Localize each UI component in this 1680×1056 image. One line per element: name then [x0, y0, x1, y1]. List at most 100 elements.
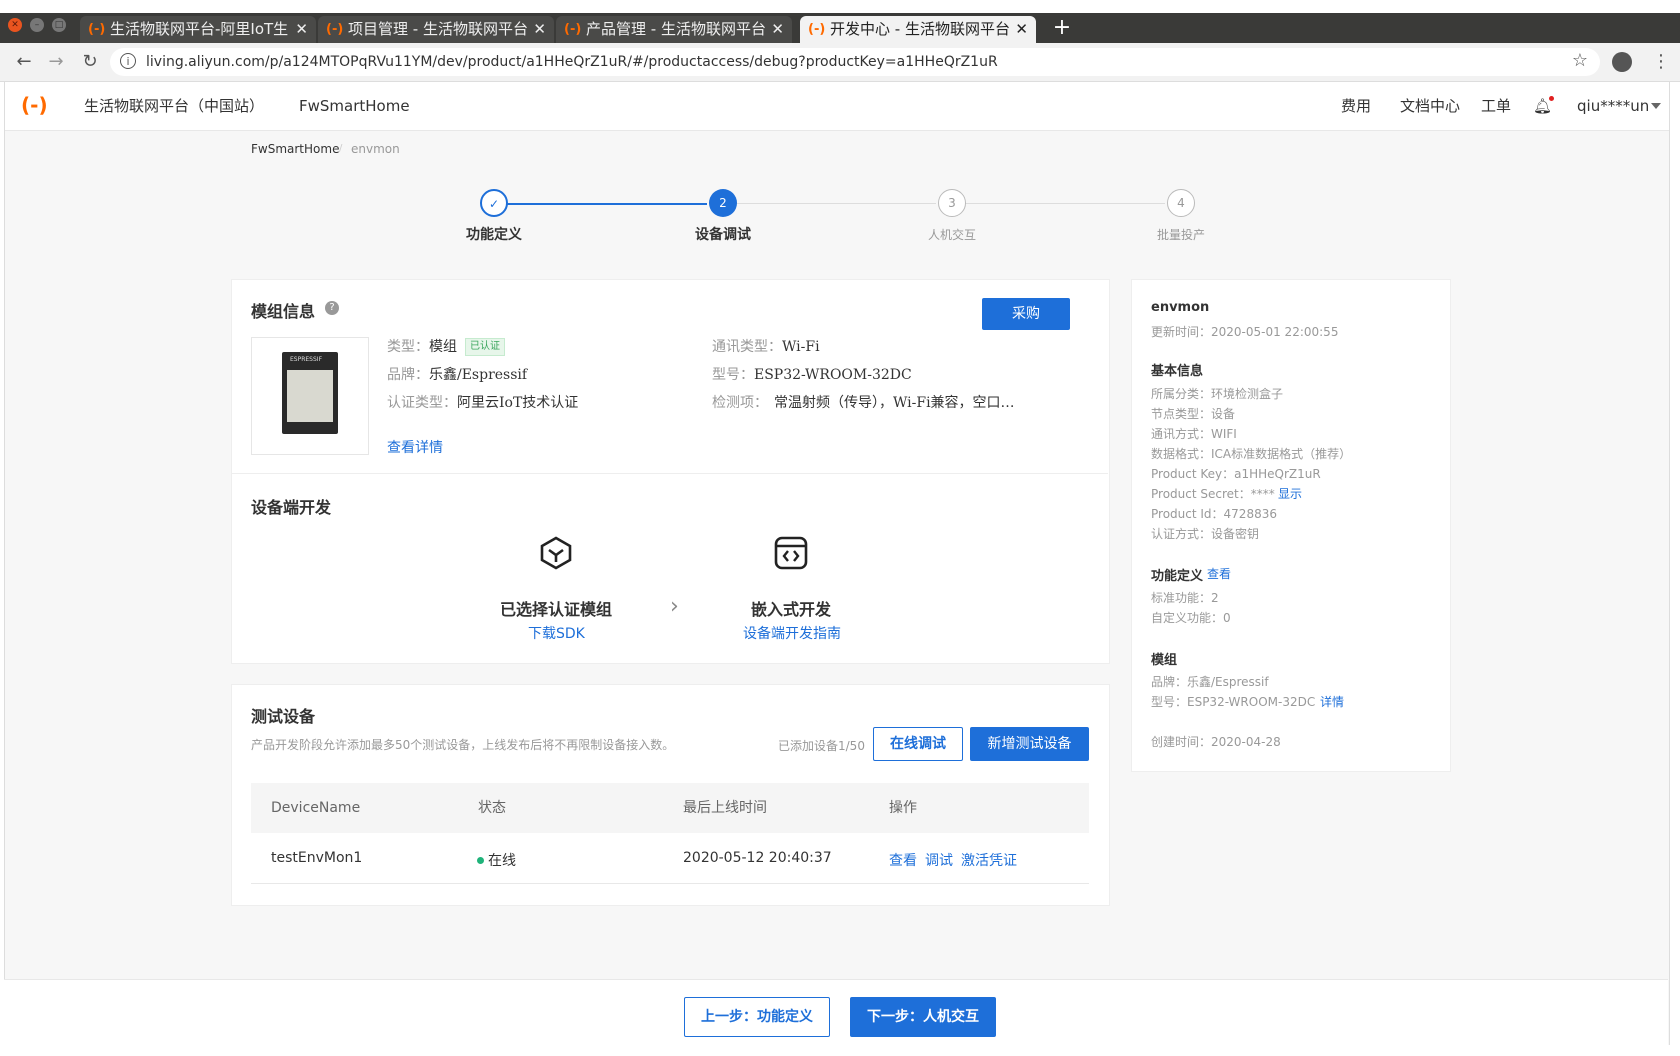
tests-label: 检测项：: [712, 395, 768, 411]
debug-device-link[interactable]: 调试: [925, 850, 953, 870]
url-text: living.aliyun.com/p/a124MTOPqRVu11YM/dev…: [146, 54, 998, 70]
device-name: testEnvMon1: [271, 850, 363, 866]
module-brand: 品牌：乐鑫/Espressif: [387, 364, 527, 384]
browser-tab[interactable]: (-) 项目管理 - 生活物联网平台 ✕: [318, 16, 554, 43]
step-2-indicator: 2: [709, 189, 737, 217]
device-dev-title: 设备端开发: [251, 498, 332, 517]
reload-icon[interactable]: ↻: [80, 52, 100, 72]
close-window-button[interactable]: ✕: [8, 18, 22, 32]
basic-info-title: 基本信息: [1151, 364, 1204, 379]
chevron-right-icon: ›: [670, 594, 679, 619]
step-1-label: 功能定义: [466, 227, 522, 243]
tickets-link[interactable]: 工单: [1481, 82, 1511, 130]
step-connector: [734, 203, 936, 204]
test-device-desc: 产品开发阶段允许添加最多50个测试设备，上线发布后将不再限制设备接入数。: [251, 738, 675, 752]
notification-bell-icon[interactable]: 🔔︎: [1533, 82, 1554, 130]
address-bar: ← → ↻ i living.aliyun.com/p/a124MTOPqRVu…: [0, 43, 1680, 82]
model-value: ESP32-WROOM-32DC: [754, 367, 912, 383]
column-header: DeviceName: [271, 800, 361, 816]
model-label: 型号：: [712, 367, 754, 383]
last-online-time: 2020-05-12 20:40:37: [683, 850, 832, 866]
back-icon[interactable]: ←: [14, 52, 34, 72]
browser-tab-active[interactable]: (-) 开发中心 - 生活物联网平台 ✕: [800, 16, 1036, 43]
show-secret-link[interactable]: 显示: [1278, 485, 1302, 502]
tab-title: 产品管理 - 生活物联网平台: [586, 20, 766, 38]
updated-time: 更新时间：2020-05-01 22:00:55: [1151, 325, 1339, 339]
device-dev-guide-link[interactable]: 设备端开发指南: [743, 623, 841, 643]
close-tab-icon[interactable]: ✕: [533, 16, 546, 43]
step-4-label: 批量投产: [1156, 228, 1205, 242]
minimize-window-button[interactable]: –: [30, 18, 44, 32]
close-tab-icon[interactable]: ✕: [771, 16, 784, 43]
comm-method: 通讯方式：WIFI: [1151, 427, 1237, 441]
chevron-down-icon[interactable]: [1651, 103, 1661, 109]
user-menu[interactable]: qiu****un: [1577, 82, 1649, 130]
column-header: 操作: [889, 800, 917, 816]
view-functions-link[interactable]: 查看: [1207, 565, 1231, 582]
breadcrumb-current: envmon: [351, 142, 400, 156]
view-details-link[interactable]: 查看详情: [387, 437, 443, 457]
browser-tab[interactable]: (-) 产品管理 - 生活物联网平台 ✕: [556, 16, 792, 43]
breadcrumb-root[interactable]: FwSmartHome: [251, 142, 339, 156]
bookmark-star-icon[interactable]: ☆: [1572, 50, 1588, 71]
cert-label: 认证类型：: [387, 395, 457, 411]
fees-link[interactable]: 费用: [1341, 82, 1371, 130]
help-icon[interactable]: ?: [325, 301, 339, 315]
download-sdk-link[interactable]: 下载SDK: [528, 623, 585, 643]
activation-credential-link[interactable]: 激活凭证: [961, 850, 1017, 870]
comm-label: 通讯类型：: [712, 339, 782, 355]
product-key: Product Key：a1HHeQrZ1uR: [1151, 467, 1321, 481]
notification-dot: [1549, 96, 1554, 101]
online-debug-button[interactable]: 在线调试: [873, 727, 963, 761]
forward-icon[interactable]: →: [46, 52, 66, 72]
aliyun-favicon-icon: (-): [564, 22, 582, 37]
product-name: envmon: [1151, 300, 1210, 315]
step-3-indicator: 3: [938, 189, 966, 217]
module-detail-link[interactable]: 详情: [1320, 693, 1344, 710]
column-header: 最后上线时间: [683, 800, 767, 816]
close-tab-icon[interactable]: ✕: [295, 16, 308, 43]
prev-step-button[interactable]: 上一步：功能定义: [684, 997, 830, 1037]
maximize-window-button[interactable]: □: [52, 18, 66, 32]
tab-title: 生活物联网平台-阿里IoT生: [110, 20, 289, 38]
online-status-dot: [477, 857, 484, 864]
new-tab-button[interactable]: +: [1052, 13, 1072, 43]
chip-picture: ESPRESSIF: [282, 352, 338, 434]
tests-value: 常温射频（传导），Wi-Fi兼容，空口…: [774, 395, 1015, 411]
next-step-button[interactable]: 下一步：人机交互: [850, 997, 996, 1037]
step-connector: [493, 203, 707, 205]
product-id: Product Id：4728836: [1151, 507, 1277, 521]
add-test-device-button[interactable]: 新增测试设备: [970, 727, 1089, 761]
module-tests: 检测项： 常温射频（传导），Wi-Fi兼容，空口…: [712, 392, 1015, 412]
docs-link[interactable]: 文档中心: [1400, 82, 1460, 130]
browser-tab[interactable]: (-) 生活物联网平台-阿里IoT生 ✕: [80, 16, 316, 43]
selected-module-title: 已选择认证模组: [499, 600, 612, 619]
row-divider: [251, 883, 1089, 884]
aliyun-logo-icon[interactable]: (-): [21, 94, 51, 116]
brand-label: 品牌：: [387, 367, 429, 383]
view-device-link[interactable]: 查看: [889, 850, 917, 870]
product-secret: Product Secret：****: [1151, 487, 1275, 501]
platform-title[interactable]: 生活物联网平台（中国站）: [84, 82, 264, 130]
account-icon[interactable]: [1612, 52, 1632, 72]
site-info-icon[interactable]: i: [120, 53, 136, 69]
tab-strip: ✕ – □ (-) 生活物联网平台-阿里IoT生 ✕ (-) 项目管理 - 生活…: [0, 13, 1680, 43]
module-type-value: 模组: [429, 339, 457, 355]
url-input[interactable]: i living.aliyun.com/p/a124MTOPqRVu11YM/d…: [110, 48, 1600, 76]
close-tab-icon[interactable]: ✕: [1015, 16, 1028, 43]
project-name[interactable]: FwSmartHome: [299, 82, 410, 130]
section-divider: [232, 473, 1108, 474]
step-2-label: 设备调试: [695, 227, 751, 243]
certified-badge: 已认证: [465, 338, 505, 356]
standard-functions: 标准功能：2: [1151, 591, 1219, 605]
tab-title: 项目管理 - 生活物联网平台: [348, 20, 528, 38]
breadcrumb-separator: /: [339, 143, 343, 154]
module-info-title: 模组信息: [251, 302, 316, 321]
module-comm: 通讯类型：Wi-Fi: [712, 336, 820, 356]
tab-title: 开发中心 - 生活物联网平台: [830, 20, 1010, 38]
step-3-label: 人机交互: [927, 228, 976, 242]
browser-menu-icon[interactable]: ⋮: [1652, 51, 1670, 72]
module-type: 类型：模组: [387, 336, 457, 356]
custom-functions: 自定义功能：0: [1151, 611, 1231, 625]
buy-button[interactable]: 采购: [982, 298, 1070, 330]
